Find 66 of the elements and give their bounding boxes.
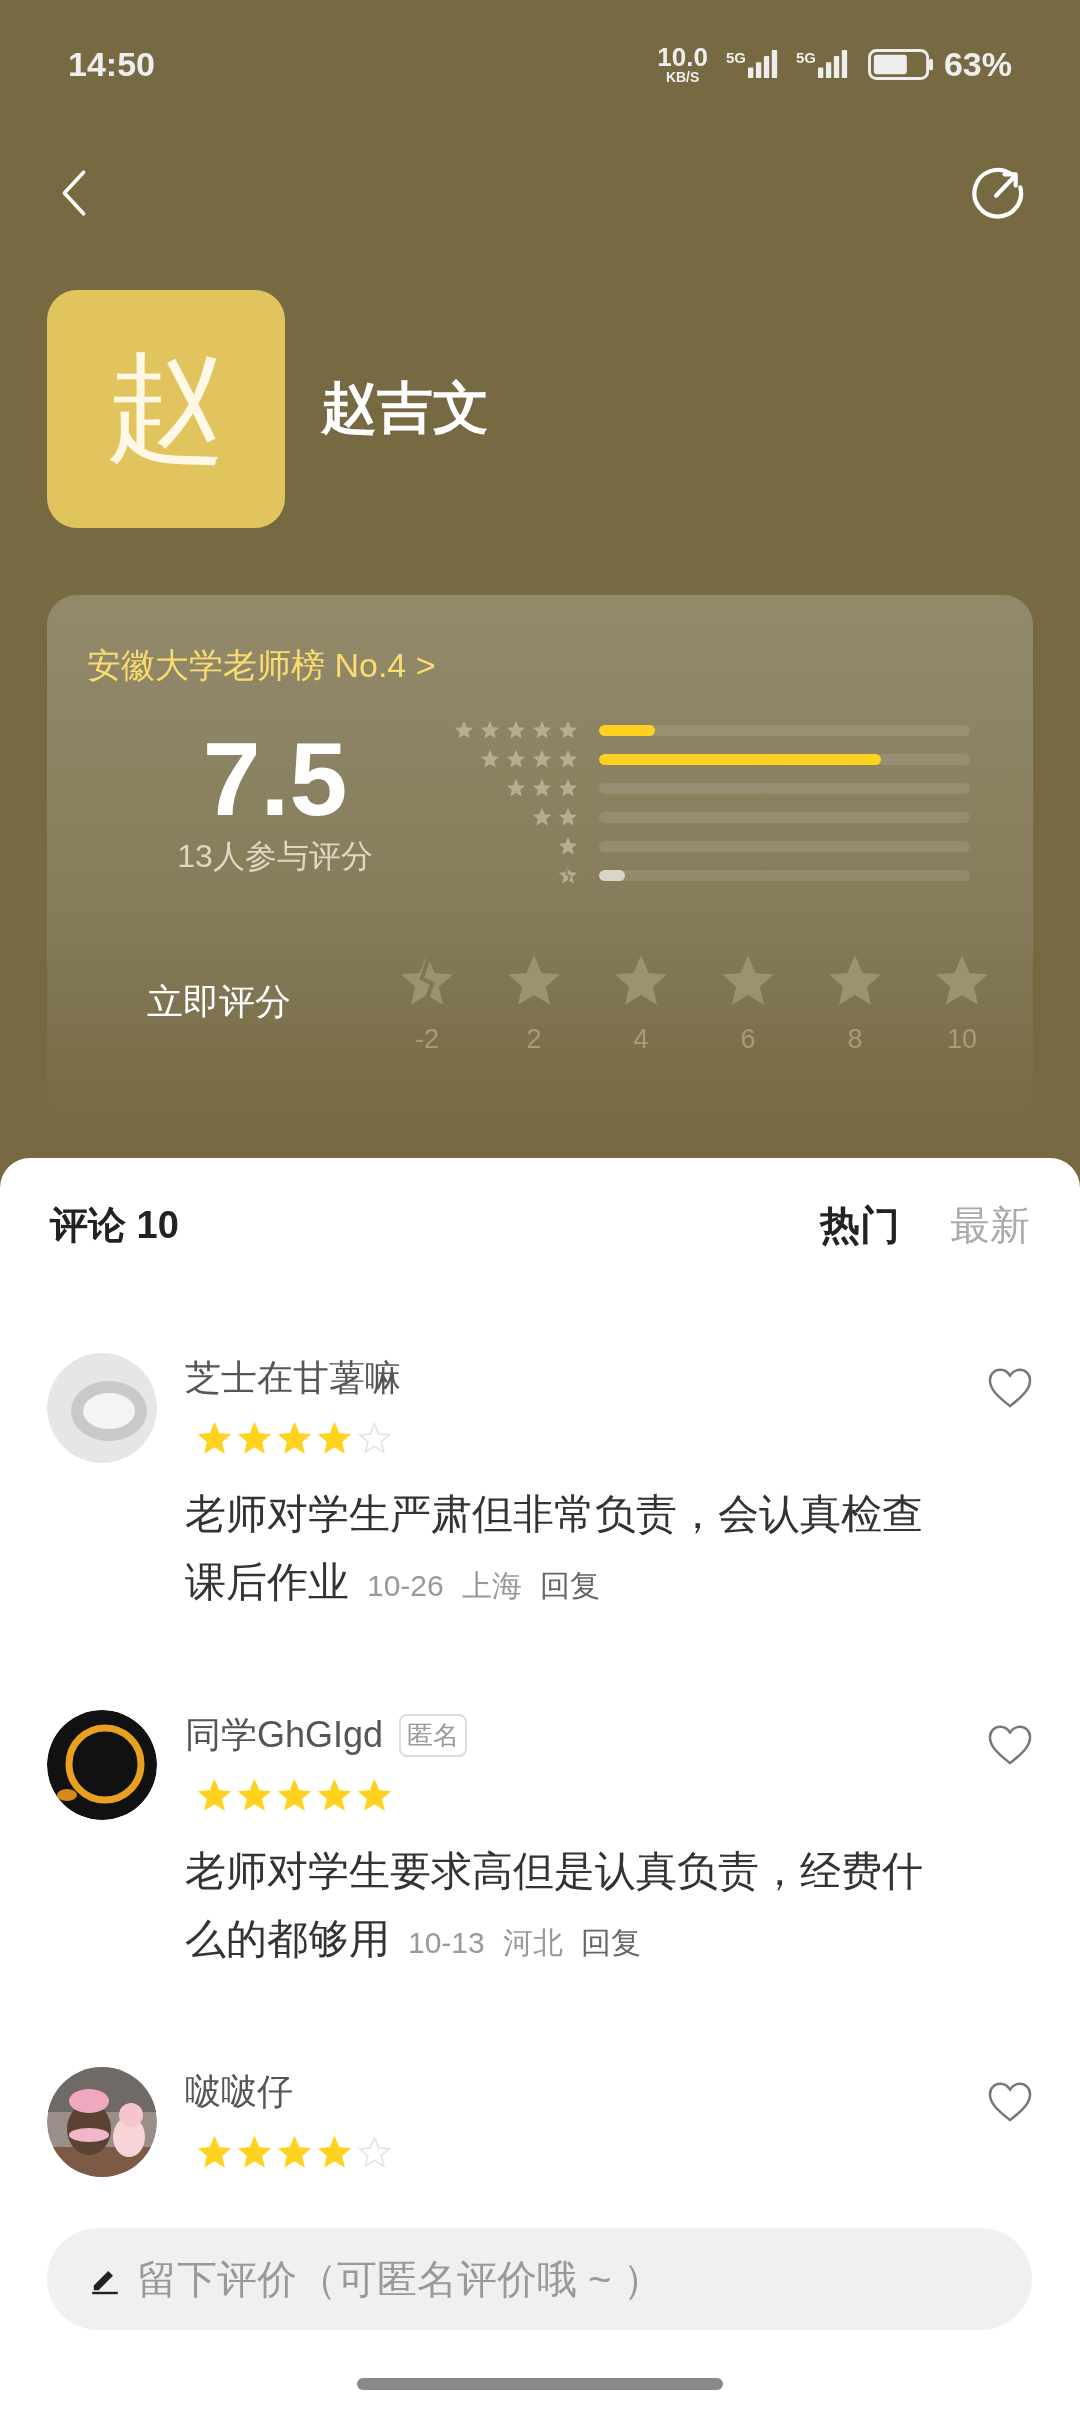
star-icon [479, 719, 501, 741]
commenter-name: 同学GhGIgd [185, 1712, 384, 1757]
star-icon [531, 777, 553, 799]
star-icon [505, 777, 527, 799]
average-score: 7.5 [202, 726, 348, 831]
star-icon [357, 1778, 392, 1813]
star-icon [277, 2135, 312, 2170]
comment-location: 河北 [502, 1926, 563, 1959]
user-avatar[interactable] [47, 1710, 157, 1820]
star-icon [557, 719, 579, 741]
star-icon [531, 806, 553, 828]
star-icon [357, 2135, 392, 2170]
star-icon [557, 835, 579, 857]
comment-input-field[interactable]: 留下评价（可匿名评价哦 ~ ） [47, 2228, 1032, 2330]
star-icon [557, 777, 579, 799]
comment-date: 10-13 [408, 1926, 485, 1959]
participant-count: 13人参与评分 [177, 836, 373, 876]
star-icon [531, 748, 553, 770]
comment-date: 10-26 [367, 1569, 444, 1602]
commenter-name: 芝士在甘薯嘛 [185, 1355, 401, 1400]
star-icon [357, 1421, 392, 1456]
star-icon [197, 2135, 232, 2170]
comment-text: 老师对学生严肃但非常负责，会认真检查课后作业 10-26 上海 回复 [185, 1490, 924, 1607]
teacher-name: 赵吉文 [321, 375, 489, 441]
reply-link[interactable]: 回复 [580, 1926, 641, 1959]
rate-now-label: 立即评分 [146, 980, 292, 1024]
speed-unit: KB/S [665, 70, 700, 84]
star-icon [317, 2135, 352, 2170]
signal-icon [747, 49, 778, 79]
comments-title: 评论 10 [50, 1203, 179, 1248]
star-icon [531, 719, 553, 741]
teacher-avatar: 赵 [47, 290, 285, 528]
broken-star-icon [557, 864, 579, 886]
star-icon [237, 2135, 272, 2170]
anonymous-badge: 匿名 [399, 1713, 468, 1757]
share-icon[interactable] [969, 165, 1025, 221]
signal-icon [817, 49, 848, 79]
battery-level: 63% [943, 44, 1012, 84]
sort-tab[interactable]: 热门 [820, 1198, 900, 1253]
reply-link[interactable]: 回复 [539, 1569, 600, 1602]
star-icon [237, 1421, 272, 1456]
like-icon[interactable] [987, 1724, 1033, 1766]
network-type: 5G [795, 49, 816, 66]
network-speed: 10.0 [657, 44, 708, 70]
commenter-name: 啵啵仔 [185, 2069, 293, 2114]
star-icon [557, 806, 579, 828]
star-icon [505, 748, 527, 770]
status-time: 14:50 [68, 44, 155, 84]
star-icon [453, 719, 475, 741]
star-icon [479, 748, 501, 770]
home-indicator[interactable] [357, 2378, 723, 2390]
star-icon [277, 1421, 312, 1456]
like-icon[interactable] [987, 1367, 1033, 1409]
star-icon [197, 1778, 232, 1813]
star-icon [317, 1421, 352, 1456]
like-icon[interactable] [987, 2081, 1033, 2123]
star-icon [317, 1778, 352, 1813]
star-icon [237, 1778, 272, 1813]
star-icon [505, 719, 527, 741]
comment-text: 老师对学生要求高但是认真负责，经费什么的都够用 10-13 河北 回复 [185, 1847, 924, 1964]
star-icon [197, 1421, 232, 1456]
star-icon [277, 1778, 312, 1813]
comment-location: 上海 [461, 1569, 522, 1602]
network-type: 5G [725, 49, 746, 66]
battery-icon [867, 48, 934, 80]
star-icon [557, 748, 579, 770]
